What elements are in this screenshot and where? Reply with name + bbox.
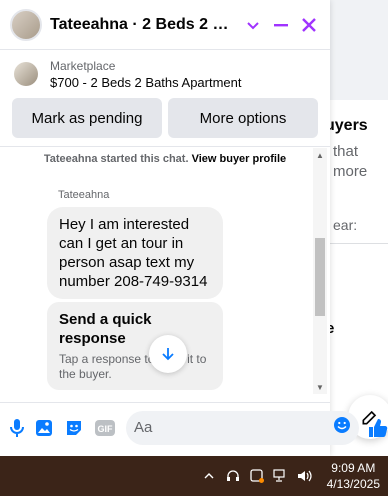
system-clock[interactable]: 9:09 AM 4/13/2025 — [327, 460, 380, 492]
system-message: Tateeahna started this chat. View buyer … — [0, 148, 330, 165]
clock-date: 4/13/2025 — [326, 477, 380, 491]
background-text: that — [333, 143, 359, 160]
chat-window: Tateeahna · 2 Beds 2 Baths… Marketplace … — [0, 0, 388, 456]
minimize-icon[interactable] — [270, 14, 292, 36]
system-message-text: Tateeahna started this chat. — [43, 153, 192, 165]
background-text: more — [333, 163, 368, 180]
listing-actions: Mark as pending More options — [0, 98, 330, 138]
quick-response-card[interactable]: Send a quick response Tap a response to … — [47, 302, 223, 390]
volume-icon[interactable] — [295, 466, 315, 486]
avatar[interactable] — [10, 8, 42, 41]
sender-name: Tateeahna — [58, 189, 110, 201]
chat-title[interactable]: Tateeahna · 2 Beds 2 Baths… — [50, 16, 236, 34]
chevron-up-icon[interactable] — [199, 466, 219, 486]
scroll-down-arrow-icon[interactable]: ▼ — [316, 383, 324, 392]
composer: GIF — [0, 402, 388, 452]
sticker-icon[interactable] — [64, 417, 84, 439]
message-input-wrapper — [126, 410, 359, 445]
scroll-up-arrow-icon[interactable]: ▲ — [316, 151, 324, 160]
scrollbar-thumb[interactable] — [315, 238, 325, 316]
close-icon[interactable] — [298, 14, 320, 36]
message-input[interactable] — [134, 419, 333, 436]
emoji-icon[interactable] — [333, 416, 351, 439]
quick-response-title: Send a quick response — [59, 311, 152, 347]
thumbs-up-icon[interactable] — [367, 417, 388, 439]
more-options-button[interactable]: More options — [168, 98, 318, 138]
app-icon[interactable] — [247, 466, 267, 486]
quick-response-subtitle: Tap a response to send it to the buyer. — [59, 352, 207, 381]
microphone-icon[interactable] — [10, 417, 24, 439]
divider — [0, 146, 330, 147]
photo-icon[interactable] — [34, 417, 54, 439]
scrollbar[interactable]: ▲ ▼ — [313, 148, 327, 394]
background-heading: uyers — [325, 117, 368, 134]
listing-thumbnail — [14, 62, 38, 86]
chat-header: Tateeahna · 2 Beds 2 Baths… — [0, 0, 330, 50]
svg-text:GIF: GIF — [98, 424, 114, 434]
taskbar: 9:09 AM 4/13/2025 — [0, 456, 388, 496]
view-buyer-profile-link[interactable]: View buyer profile — [192, 153, 287, 165]
divider — [330, 243, 388, 244]
network-icon[interactable] — [271, 466, 291, 486]
listing-title: $700 - 2 Beds 2 Baths Apartment — [50, 74, 242, 90]
scroll-to-bottom-button[interactable] — [149, 335, 187, 373]
gif-icon[interactable]: GIF — [94, 417, 116, 439]
listing-label: Marketplace — [50, 58, 116, 73]
chevron-down-icon[interactable] — [242, 14, 264, 36]
background-text: ear: — [333, 217, 358, 233]
arrow-down-icon — [162, 348, 174, 361]
headset-icon[interactable] — [223, 466, 243, 486]
message-bubble: Hey I am interested can I get an tour in… — [47, 207, 223, 299]
mark-as-pending-button[interactable]: Mark as pending — [12, 98, 162, 138]
message-list: Tateeahna started this chat. View buyer … — [0, 148, 330, 396]
listing-banner[interactable]: Marketplace $700 - 2 Beds 2 Baths Apartm… — [0, 50, 330, 98]
clock-time: 9:09 AM — [331, 461, 376, 475]
